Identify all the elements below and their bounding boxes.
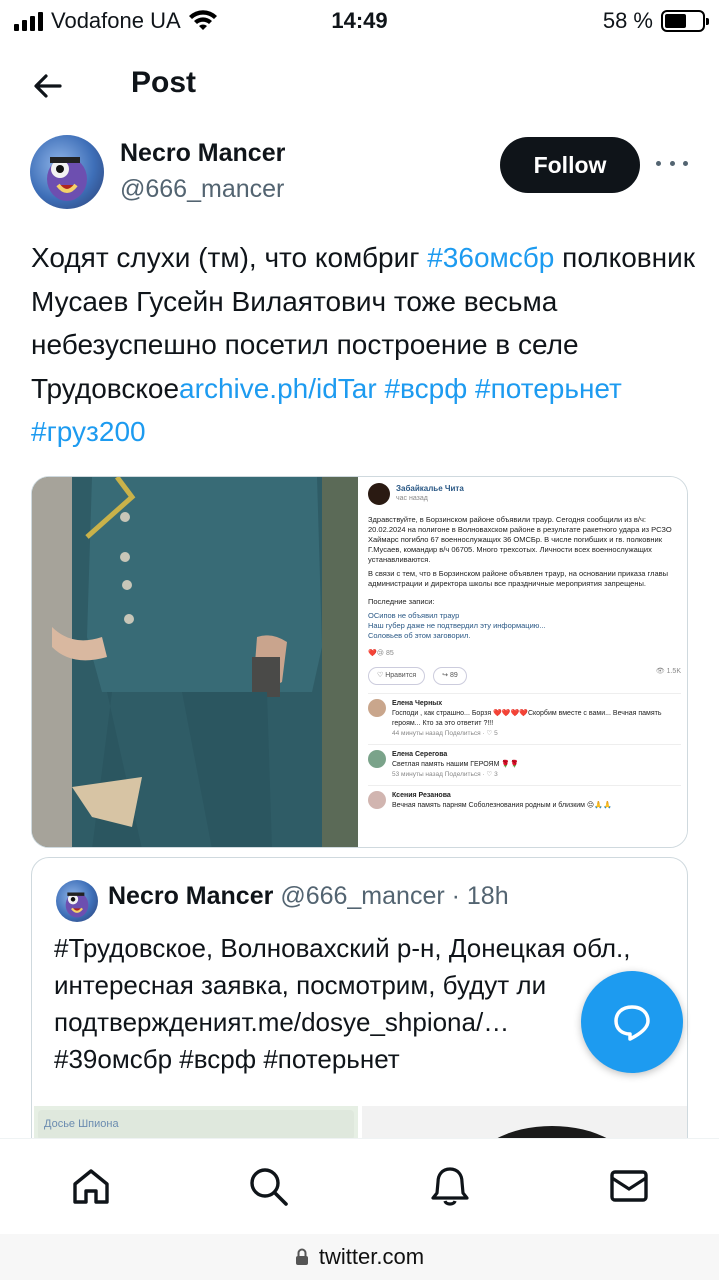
hashtag-link[interactable]: #потерьнет <box>475 373 622 404</box>
more-icon[interactable] <box>656 153 688 173</box>
home-icon <box>73 1169 109 1204</box>
social-screenshot[interactable]: Забайкалье Чита час назад Здравствуйте, … <box>360 477 687 847</box>
comment-avatar <box>368 699 386 717</box>
nav-notifications[interactable] <box>428 1164 472 1208</box>
channel-name: Забайкалье Чита <box>396 484 464 493</box>
page-title: Post <box>131 66 197 99</box>
share-count: 89 <box>449 672 458 679</box>
uniform-photo[interactable] <box>32 477 358 847</box>
reactions: ❤️😢 85 <box>368 650 394 657</box>
screenshot-recent-label: Последние записи: <box>368 597 435 606</box>
screenshot-link: Соловьев об этом заговорил. <box>368 631 471 640</box>
compose-reply-icon <box>614 1005 650 1041</box>
status-right: 58 % <box>602 8 709 34</box>
share-pill: ↪ 89 <box>433 667 467 685</box>
quote-author-handle[interactable]: @666_mancer <box>280 882 444 910</box>
lock-icon <box>295 1248 308 1265</box>
comment-meta-text: 53 минуты назад Поделиться <box>392 771 481 778</box>
comment-name: Елена Серегова <box>392 751 448 758</box>
comment-meta: 53 минуты назад Поделиться · ♡ 3 <box>392 771 498 778</box>
uniform-photo-art <box>32 477 358 847</box>
comment-text: Господи , как страшно... Борзя ❤️❤️❤️❤️С… <box>392 710 662 727</box>
url-domain: twitter.com <box>318 1244 425 1269</box>
follow-button[interactable]: Follow <box>500 137 640 193</box>
screenshot-links: ОСипов не объявил траур Наш губер даже н… <box>368 611 681 641</box>
like-label: Нравится <box>385 672 417 679</box>
battery-icon <box>661 10 709 32</box>
screenshot-link: ОСипов не объявил траур <box>368 611 460 620</box>
screenshot-paragraph: Здравствуйте, в Борзинском районе объяви… <box>368 515 672 564</box>
back-arrow-icon <box>34 74 62 98</box>
screenshot-comment: Елена Серегова Светлая память нашим ГЕРО… <box>368 744 681 785</box>
quote-dot: · <box>451 882 460 910</box>
screenshot-comment: Ксения Резанова Вечная память парням Соб… <box>368 785 681 816</box>
post-author: Necro Mancer @666_mancer Follow <box>30 135 690 215</box>
comment-avatar <box>368 750 386 768</box>
comment-likes: 5 <box>494 730 498 737</box>
battery-fill <box>665 14 686 28</box>
nav-messages[interactable] <box>607 1164 651 1208</box>
screenshot-actions: ♡ Нравится ↪ 89 👁 1.5K <box>368 667 681 685</box>
views-count: 👁 1.5K <box>655 668 681 675</box>
avatar[interactable] <box>30 135 104 209</box>
mail-icon <box>610 1170 648 1202</box>
battery-percent: 58 % <box>602 8 653 33</box>
hashtag-link[interactable]: #всрф <box>384 373 467 404</box>
avatar[interactable] <box>56 880 98 922</box>
reactions-count: 85 <box>385 650 394 657</box>
comment-name: Елена Черных <box>392 700 443 707</box>
author-handle[interactable]: @666_mancer <box>120 175 284 204</box>
reply-fab[interactable] <box>581 971 683 1073</box>
quote-author-name[interactable]: Necro Mancer <box>108 882 273 910</box>
comment-likes: 3 <box>494 771 498 778</box>
avatar-art <box>65 892 89 918</box>
nav-search[interactable] <box>246 1164 290 1208</box>
screenshot-comment: Елена Черных Господи , как страшно... Бо… <box>368 693 681 744</box>
channel-time: час назад <box>396 495 428 502</box>
quote-preview-label: Досье Шпиона <box>44 1118 119 1130</box>
tweet-text: Ходят слухи (тм), что комбриг #36омсбр п… <box>31 236 696 454</box>
url-bar[interactable]: twitter.com <box>0 1234 719 1280</box>
screenshot-paragraph: В связи с тем, что в Борзинском районе о… <box>368 569 669 588</box>
screenshot-link: Наш губер даже не подтвердил эту информа… <box>368 621 546 630</box>
screenshot-header: Забайкалье Чита час назад <box>368 483 681 505</box>
search-icon <box>250 1168 288 1206</box>
status-bar: Vodafone UA 14:49 58 % <box>0 0 719 40</box>
hashtag-link[interactable]: #груз200 <box>31 416 146 447</box>
quote-hashtags[interactable]: #39омсбр #всрф #потерьнет <box>54 1041 674 1078</box>
post-media[interactable]: Забайкалье Чита час назад Здравствуйте, … <box>31 476 688 848</box>
quote-media-bar: Досье Шпиона <box>38 1110 354 1140</box>
archive-link[interactable]: archive.ph/idTar <box>179 373 377 404</box>
nav-home[interactable] <box>69 1164 113 1208</box>
hashtag-link[interactable]: #36омсбр <box>427 242 554 273</box>
bell-icon <box>431 1167 469 1206</box>
post-header: Post <box>0 58 719 112</box>
avatar-art <box>47 157 87 201</box>
comment-text: Вечная память парням Соболезнования родн… <box>392 802 612 809</box>
quote-time: 18h <box>466 882 509 910</box>
comment-text: Светлая память нашим ГЕРОЯМ 🌹🌹 <box>392 761 519 768</box>
comment-meta: 44 минуты назад Поделиться · ♡ 5 <box>392 730 498 737</box>
bottom-nav <box>0 1138 719 1234</box>
comment-name: Ксения Резанова <box>392 792 451 799</box>
channel-avatar <box>368 483 390 505</box>
quote-header: Necro Mancer @666_mancer · 18h <box>108 882 509 911</box>
comment-avatar <box>368 791 386 809</box>
comment-meta-text: 44 минуты назад Поделиться <box>392 730 481 737</box>
quote-text: #Трудовское, Волновахский р-н, Донецкая … <box>54 930 674 1078</box>
views-value: 1.5K <box>666 668 681 675</box>
back-button[interactable] <box>30 68 66 104</box>
like-pill: ♡ Нравится <box>368 667 426 685</box>
author-name[interactable]: Necro Mancer <box>120 139 285 168</box>
tweet-text-part: Ходят слухи (тм), что комбриг <box>31 242 428 273</box>
